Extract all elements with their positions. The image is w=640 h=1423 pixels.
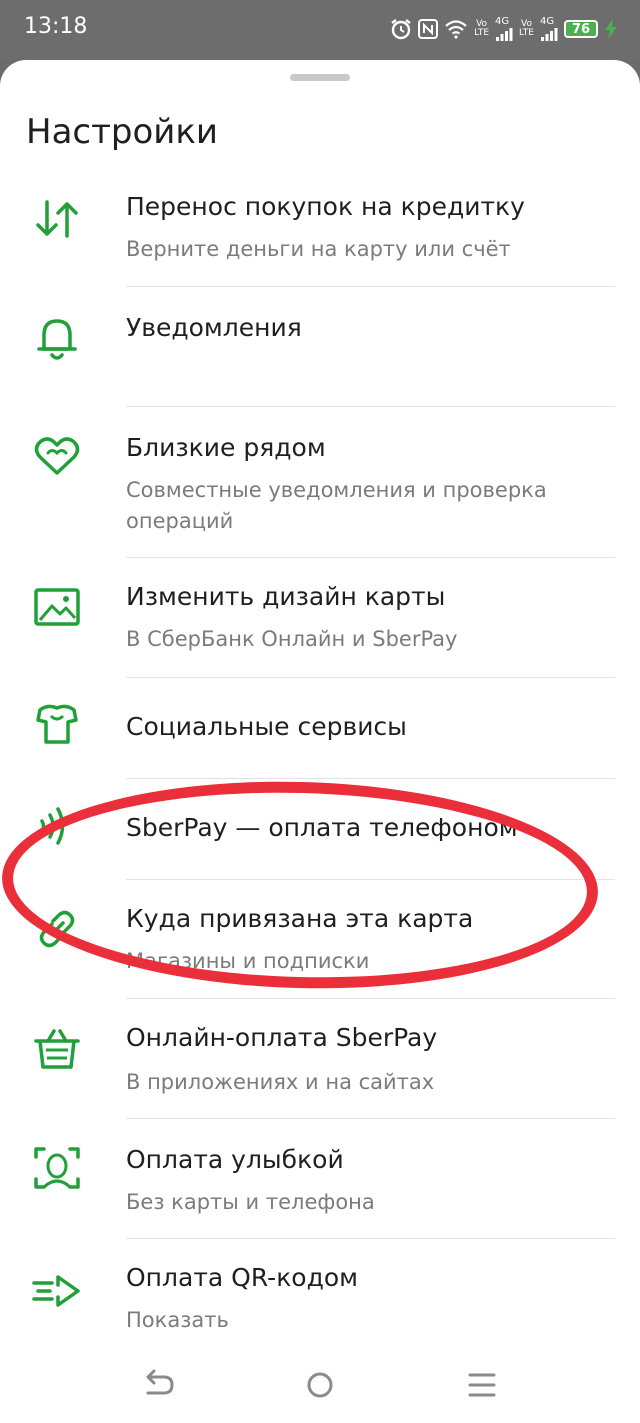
item-subtitle: Показать bbox=[126, 1308, 229, 1332]
nfc-icon bbox=[40, 807, 65, 845]
item-subtitle: Магазины и подписки bbox=[126, 949, 370, 973]
item-title: Оплата QR-кодом bbox=[126, 1263, 359, 1292]
item-subtitle: В приложениях и на сайтах bbox=[126, 1070, 435, 1094]
item-title: Социальные сервисы bbox=[126, 712, 407, 741]
settings-sheet: Настройки Перенос покупок на кредитку Ве… bbox=[0, 60, 640, 1423]
signal-1: 4G bbox=[495, 17, 513, 41]
social-services-icon bbox=[36, 704, 78, 744]
signal-bars-icon bbox=[541, 28, 558, 41]
volte-label-2: Vo LTE bbox=[519, 19, 534, 38]
menu-item-transfer-purchases[interactable]: Перенос покупок на кредитку Верните день… bbox=[0, 182, 640, 286]
hearts-icon bbox=[34, 437, 80, 475]
battery-indicator: 76 bbox=[564, 20, 598, 38]
item-title: Куда привязана эта карта bbox=[126, 904, 474, 933]
item-subtitle: Без карты и телефона bbox=[126, 1190, 375, 1214]
qr-arrow-icon bbox=[32, 1275, 80, 1307]
charging-icon bbox=[605, 19, 617, 39]
item-title: Близкие рядом bbox=[126, 433, 326, 462]
link-icon bbox=[39, 910, 75, 948]
item-title: Уведомления bbox=[126, 313, 302, 342]
nfc-status-icon bbox=[418, 19, 439, 39]
transfer-arrows-icon bbox=[36, 200, 78, 238]
volte-label-1: Vo LTE bbox=[474, 19, 490, 38]
menu-item-smile-pay[interactable]: Оплата улыбкой Без карты и телефона bbox=[0, 1119, 640, 1238]
menu-item-notifications[interactable]: Уведомления bbox=[0, 287, 640, 407]
back-icon[interactable] bbox=[138, 1365, 178, 1405]
status-bar: 13:18 Vo LTE 4G Vo LTE 4G 76 bbox=[0, 0, 640, 60]
status-time: 13:18 bbox=[24, 14, 88, 39]
item-subtitle: Верните деньги на карту или счёт bbox=[126, 237, 511, 261]
item-title: Онлайн-оплата SberPay bbox=[126, 1023, 438, 1052]
menu-item-online-sberpay[interactable]: Онлайн-оплата SberPay В приложениях и на… bbox=[0, 999, 640, 1118]
menu-item-card-linked[interactable]: Куда привязана эта карта Магазины и подп… bbox=[0, 880, 640, 998]
item-title: Изменить дизайн карты bbox=[126, 582, 446, 611]
item-title: Перенос покупок на кредитку bbox=[126, 192, 525, 221]
menu-item-close-ones[interactable]: Близкие рядом Совместные уведомления и п… bbox=[0, 407, 640, 547]
drag-handle[interactable] bbox=[290, 74, 350, 81]
image-icon bbox=[34, 588, 80, 626]
item-title: SberPay — оплата телефоном bbox=[126, 813, 518, 842]
item-title: Оплата улыбкой bbox=[126, 1145, 344, 1174]
signal-bars-icon bbox=[496, 28, 513, 41]
item-subtitle: В СберБанк Онлайн и SberPay bbox=[126, 627, 458, 651]
menu-item-sberpay-phone[interactable]: SberPay — оплата телефоном bbox=[0, 779, 640, 879]
system-nav-bar bbox=[0, 1345, 640, 1423]
signal-2: 4G bbox=[540, 17, 558, 41]
status-icons: Vo LTE 4G Vo LTE 4G 76 bbox=[390, 14, 618, 44]
menu-item-card-design[interactable]: Изменить дизайн карты В СберБанк Онлайн … bbox=[0, 558, 640, 677]
wifi-icon bbox=[445, 20, 467, 39]
home-icon[interactable] bbox=[300, 1365, 340, 1405]
face-scan-icon bbox=[34, 1147, 80, 1189]
page-title: Настройки bbox=[26, 112, 219, 152]
item-subtitle: Совместные уведомления и проверка операц… bbox=[126, 478, 547, 533]
menu-item-qr-pay[interactable]: Оплата QR-кодом Показать bbox=[0, 1239, 640, 1359]
menu-icon[interactable] bbox=[462, 1365, 502, 1405]
bell-icon bbox=[37, 319, 77, 360]
basket-icon bbox=[34, 1029, 80, 1069]
menu-item-social-services[interactable]: Социальные сервисы bbox=[0, 678, 640, 778]
alarm-icon bbox=[391, 19, 411, 40]
